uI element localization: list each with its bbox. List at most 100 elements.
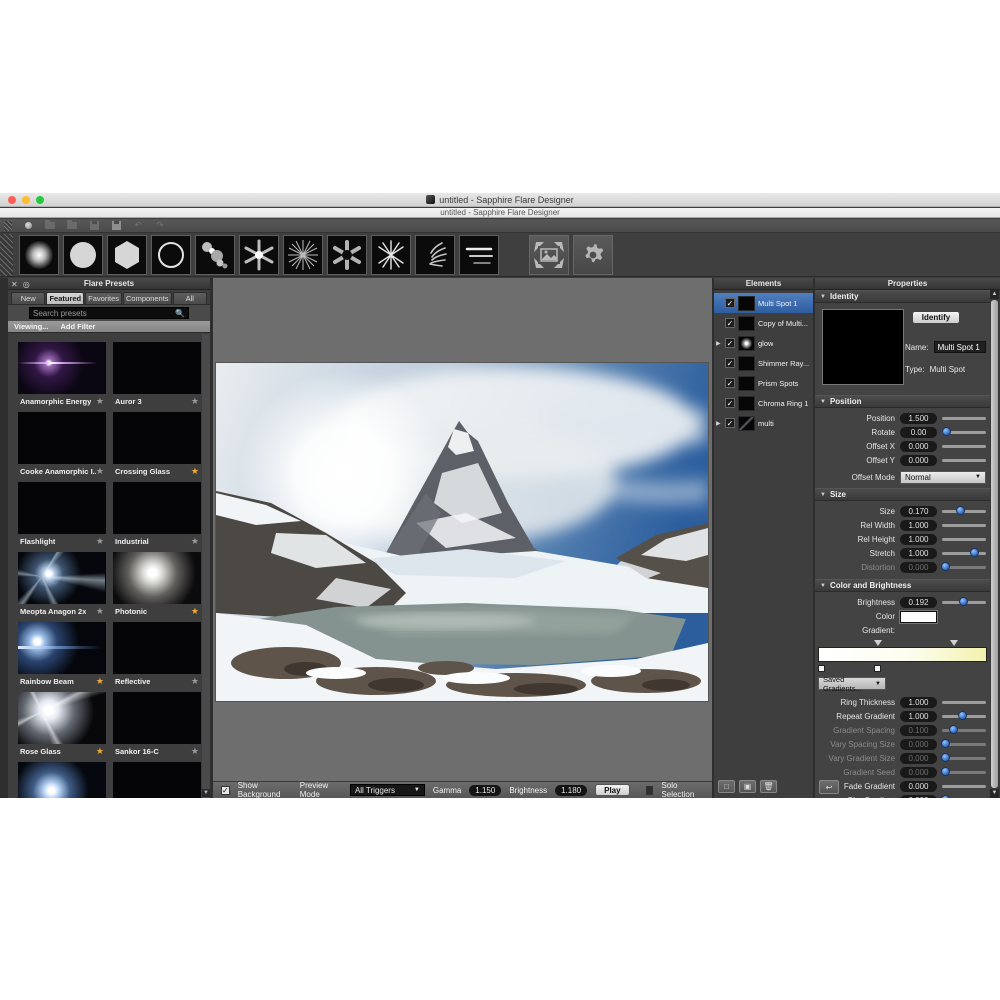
glow-element-button[interactable] — [19, 235, 59, 275]
slider-thumb[interactable] — [942, 427, 951, 436]
property-slider[interactable] — [942, 459, 986, 462]
background-image-button[interactable] — [529, 235, 569, 275]
preset-item[interactable]: Meopta Anagon 2x★ — [18, 552, 106, 618]
play-button[interactable]: Play — [595, 784, 629, 796]
property-slider[interactable] — [942, 538, 986, 541]
property-slider[interactable] — [942, 566, 986, 569]
star-icon[interactable]: ★ — [96, 396, 104, 407]
gradient-top-stop[interactable] — [874, 640, 882, 646]
preset-item[interactable]: Reflective★ — [113, 622, 201, 688]
streak-fan-element-button[interactable] — [415, 235, 455, 275]
preset-item[interactable]: Flashlight★ — [18, 482, 106, 548]
star-icon[interactable]: ★ — [96, 466, 104, 477]
star-icon[interactable]: ★ — [191, 676, 199, 687]
element-row[interactable]: ✓Multi Spot 1 — [714, 293, 813, 313]
preset-thumbnail[interactable] — [18, 762, 106, 798]
element-visibility-checkbox[interactable]: ✓ — [725, 298, 735, 308]
property-slider[interactable] — [942, 524, 986, 527]
detach-panel-icon[interactable]: ◎ — [23, 280, 30, 289]
preset-item[interactable]: Crossing Glass★ — [113, 412, 201, 478]
property-value-field[interactable]: 0.000 — [900, 441, 937, 452]
preset-item[interactable]: Cooke Anamorphic I...★ — [18, 412, 106, 478]
property-value-field[interactable]: 0.000 — [900, 455, 937, 466]
gradient-top-stop[interactable] — [950, 640, 958, 646]
preset-item[interactable]: Rose Glass★ — [18, 692, 106, 758]
star-icon[interactable]: ★ — [191, 466, 199, 477]
preset-thumbnail[interactable] — [113, 692, 201, 744]
gradient-bar[interactable] — [818, 647, 987, 662]
star-icon[interactable]: ★ — [96, 606, 104, 617]
property-value-field[interactable]: 0.000 — [900, 562, 937, 573]
preset-thumbnail[interactable] — [18, 692, 106, 744]
star-icon[interactable]: ★ — [191, 746, 199, 757]
preset-thumbnail[interactable] — [113, 412, 201, 464]
saved-gradients-dropdown[interactable]: Saved Gradients... ▼ — [818, 677, 886, 690]
property-slider[interactable] — [942, 729, 986, 732]
preset-item[interactable]: Industrial★ — [113, 482, 201, 548]
element-row[interactable]: ✓Prism Spots — [714, 373, 813, 393]
viewing-label[interactable]: Viewing... — [14, 322, 48, 331]
show-background-checkbox[interactable]: ✓ — [221, 786, 230, 795]
element-visibility-checkbox[interactable]: ✓ — [725, 398, 735, 408]
toolbar-grip[interactable] — [4, 221, 12, 231]
property-slider[interactable] — [942, 701, 986, 704]
preset-item[interactable]: Sankor 16-C★ — [113, 692, 201, 758]
gear-icon[interactable] — [573, 235, 613, 275]
star-icon[interactable]: ★ — [191, 536, 199, 547]
property-value-field[interactable]: 0.192 — [900, 597, 937, 608]
property-value-field[interactable]: 0.100 — [900, 725, 937, 736]
element-row[interactable]: ✓Shimmer Ray... — [714, 353, 813, 373]
scroll-down-icon[interactable]: ▼ — [202, 789, 210, 797]
property-value-field[interactable]: 0.000 — [900, 781, 937, 792]
identify-button[interactable]: Identify — [912, 311, 960, 324]
preset-thumbnail[interactable] — [113, 762, 201, 798]
element-row[interactable]: ✓Copy of Multi... — [714, 313, 813, 333]
property-value-field[interactable]: 0.000 — [900, 767, 937, 778]
property-value-field[interactable]: 1.000 — [900, 548, 937, 559]
star-icon[interactable]: ★ — [96, 746, 104, 757]
property-value-field[interactable]: 0.00 — [900, 427, 937, 438]
element-row[interactable]: ▶✓multi — [714, 413, 813, 433]
star-icon[interactable]: ★ — [191, 396, 199, 407]
element-visibility-checkbox[interactable]: ✓ — [725, 338, 735, 348]
slider-thumb[interactable] — [949, 725, 958, 734]
canvas-brightness-field[interactable]: 1.180 — [555, 785, 587, 796]
expand-arrow-icon[interactable]: ▶ — [716, 420, 722, 427]
slider-thumb[interactable] — [941, 739, 950, 748]
property-slider[interactable] — [942, 743, 986, 746]
preset-thumbnail[interactable] — [18, 552, 106, 604]
slider-thumb[interactable] — [941, 562, 950, 571]
tab-favorites[interactable]: Favorites — [85, 292, 122, 304]
close-window-button[interactable] — [8, 196, 16, 204]
properties-footer-button[interactable]: ↩ — [819, 780, 839, 794]
slider-thumb[interactable] — [941, 795, 950, 798]
slider-thumb[interactable] — [958, 711, 967, 720]
triggers-dropdown[interactable]: All Triggers ▼ — [350, 784, 425, 796]
shimmer-rays-element-button[interactable] — [283, 235, 323, 275]
element-visibility-checkbox[interactable]: ✓ — [725, 318, 735, 328]
property-slider[interactable] — [942, 510, 986, 513]
property-slider[interactable] — [942, 601, 986, 604]
property-value-field[interactable]: 1.500 — [900, 413, 937, 424]
star-icon[interactable]: ★ — [96, 536, 104, 547]
preset-thumbnail[interactable] — [113, 622, 201, 674]
preset-item[interactable]: Photonic★ — [113, 552, 201, 618]
property-value-field[interactable]: 0.170 — [900, 506, 937, 517]
property-value-field[interactable]: 0.000 — [900, 753, 937, 764]
save-as-icon[interactable] — [110, 220, 122, 231]
properties-scrollbar[interactable]: ▲ ▼ — [990, 290, 1000, 798]
preset-thumbnail[interactable] — [18, 622, 106, 674]
gradient-bottom-stop[interactable] — [874, 665, 881, 672]
property-value-field[interactable]: 0.000 — [900, 795, 937, 799]
color-brightness-section-header[interactable]: ▼ Color and Brightness — [815, 579, 990, 592]
identity-section-header[interactable]: ▼ Identity — [815, 290, 990, 303]
undo-icon[interactable]: ↶ — [132, 220, 144, 231]
element-row[interactable]: ▶✓glow — [714, 333, 813, 353]
size-section-header[interactable]: ▼ Size — [815, 488, 990, 501]
property-value-field[interactable]: 1.000 — [900, 520, 937, 531]
add-filter-button[interactable]: Add Filter — [60, 322, 95, 331]
tab-featured[interactable]: Featured — [46, 292, 84, 304]
element-row[interactable]: ✓Chroma Ring 1 — [714, 393, 813, 413]
preset-thumbnail[interactable] — [113, 482, 201, 534]
sparkle-element-button[interactable] — [371, 235, 411, 275]
